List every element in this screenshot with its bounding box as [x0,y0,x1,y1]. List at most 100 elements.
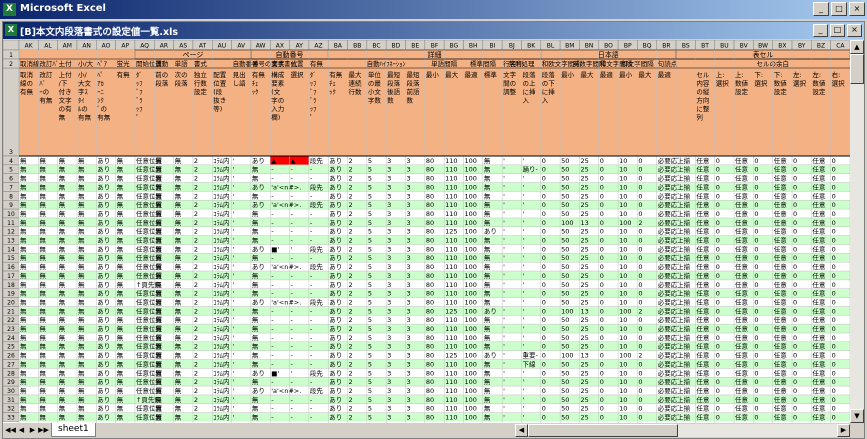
table-cell[interactable]: 無 [175,395,182,404]
table-cell[interactable]: 無 [117,395,124,404]
table-cell[interactable]: 25 [580,254,588,262]
table-cell[interactable]: 無 [117,156,124,165]
table-cell[interactable]: 無 [155,342,162,351]
table-cell[interactable]: 0 [600,414,604,422]
table-cell[interactable]: あり [329,396,342,404]
table-cell[interactable]: 0 [716,192,720,200]
table-cell[interactable]: 0 [600,272,604,280]
table-cell[interactable]: ｺﾗﾑ内 [213,262,229,271]
table-cell[interactable]: 無 [175,156,182,165]
table-cell[interactable]: 3 [387,281,391,289]
table-cell[interactable]: 25 [580,201,588,209]
table-cell[interactable]: 0 [600,369,604,377]
table-cell[interactable]: 0 [600,396,604,404]
table-cell[interactable]: ' [233,192,235,200]
table-cell[interactable]: 上揃 [677,200,691,209]
table-cell[interactable]: あり [484,307,497,315]
table-cell[interactable]: 25 [580,360,588,368]
table-cell[interactable]: 無 [117,368,124,377]
table-cell[interactable]: 無 [252,191,259,200]
table-cell[interactable]: 3 [407,290,411,298]
table-cell[interactable]: 上揃 [677,368,691,377]
table-cell[interactable]: 10 [619,245,627,253]
table-cell[interactable]: 無 [20,324,27,333]
table-cell[interactable]: 0 [832,201,836,209]
table-cell[interactable]: 0 [832,307,836,315]
table-cell[interactable]: 無 [155,174,162,183]
table-cell[interactable]: あり [329,263,342,271]
table-cell[interactable]: 任意 [696,165,710,174]
table-cell[interactable]: 0 [832,157,836,165]
table-cell[interactable]: 段先 [310,156,324,165]
table-cell[interactable]: 0 [638,414,642,422]
table-cell[interactable]: 無 [117,413,124,422]
table-cell[interactable]: あり [252,263,265,271]
table-cell[interactable]: あり [329,290,342,298]
table-cell[interactable]: 0 [638,369,642,377]
table-cell[interactable]: ' [233,378,235,386]
table-cell[interactable]: 3 [387,334,391,342]
table-cell[interactable]: 0 [716,228,720,236]
table-cell[interactable]: ｺﾗﾑ内 [213,395,229,404]
table-cell[interactable]: 任意 [696,395,710,404]
table-cell[interactable]: 無 [20,289,27,298]
table-cell[interactable]: あり [97,298,110,306]
table-cell[interactable]: 無 [59,377,66,386]
table-cell[interactable]: 0 [754,343,758,351]
table-cell[interactable]: 0 [754,263,758,271]
table-cell[interactable]: 5 [368,352,372,360]
table-cell[interactable]: ' [233,316,235,324]
table-cell[interactable]: 3 [387,298,391,306]
table-cell[interactable]: 無 [59,262,66,271]
table-cell[interactable]: 10 [619,360,627,368]
table-cell[interactable]: 無 [20,404,27,413]
table-cell[interactable]: ' [522,183,524,191]
table-cell[interactable]: 0 [754,360,758,368]
table-cell[interactable]: 2 [194,166,198,174]
table-cell[interactable]: 2 [349,414,353,422]
table-cell[interactable]: 100 [464,166,476,174]
app-titlebar[interactable]: X Microsoft Excel _ □ × [0,0,867,19]
table-cell[interactable]: 80 [426,325,434,333]
table-cell[interactable]: あり [97,272,110,280]
table-cell[interactable]: 2 [194,396,198,404]
table-cell[interactable]: 無 [117,236,124,245]
table-cell[interactable]: 無 [78,174,85,183]
table-cell[interactable]: あり [97,307,110,315]
table-cell[interactable]: 任意 [774,333,788,342]
workbook-titlebar[interactable]: X [B]本文内段落書式の設定値一覧.xls _ □ × [3,22,864,39]
table-cell[interactable]: 110 [445,201,457,209]
table-cell[interactable]: 任意 [812,342,826,351]
table-cell[interactable]: 0 [542,405,546,413]
table-cell[interactable]: 5 [368,414,372,422]
table-cell[interactable]: ' [522,290,524,298]
table-cell[interactable]: 任意 [735,209,749,218]
table-cell[interactable]: 0 [638,316,642,324]
table-cell[interactable]: 0 [638,405,642,413]
table-cell[interactable]: 任意 [774,289,788,298]
table-cell[interactable]: ' [503,334,505,342]
table-cell[interactable]: 無 [59,315,66,324]
table-cell[interactable]: 無 [39,253,46,262]
table-cell[interactable]: 10 [619,210,627,218]
table-cell[interactable]: 無 [39,413,46,422]
table-cell[interactable]: 任意 [774,253,788,262]
table-cell[interactable]: ' [233,360,235,368]
table-cell[interactable]: ' [233,343,235,351]
table-cell[interactable]: 0 [542,325,546,333]
table-cell[interactable]: 0 [542,396,546,404]
table-cell[interactable]: 0 [793,343,797,351]
table-cell[interactable]: 無 [175,306,182,315]
table-cell[interactable]: 25 [580,237,588,245]
table-cell[interactable]: 無 [39,297,46,306]
table-cell[interactable]: 100 [619,307,631,315]
table-cell[interactable]: 無 [155,209,162,218]
table-cell[interactable]: あり [329,183,342,191]
table-cell[interactable]: あり [252,369,265,377]
table-cell[interactable]: ' [503,201,505,209]
table-cell[interactable]: 無 [484,244,491,253]
table-cell[interactable]: 0 [832,183,836,191]
table-cell[interactable]: 3 [387,219,391,227]
table-cell[interactable]: 50 [561,405,569,413]
table-cell[interactable]: 25 [580,210,588,218]
